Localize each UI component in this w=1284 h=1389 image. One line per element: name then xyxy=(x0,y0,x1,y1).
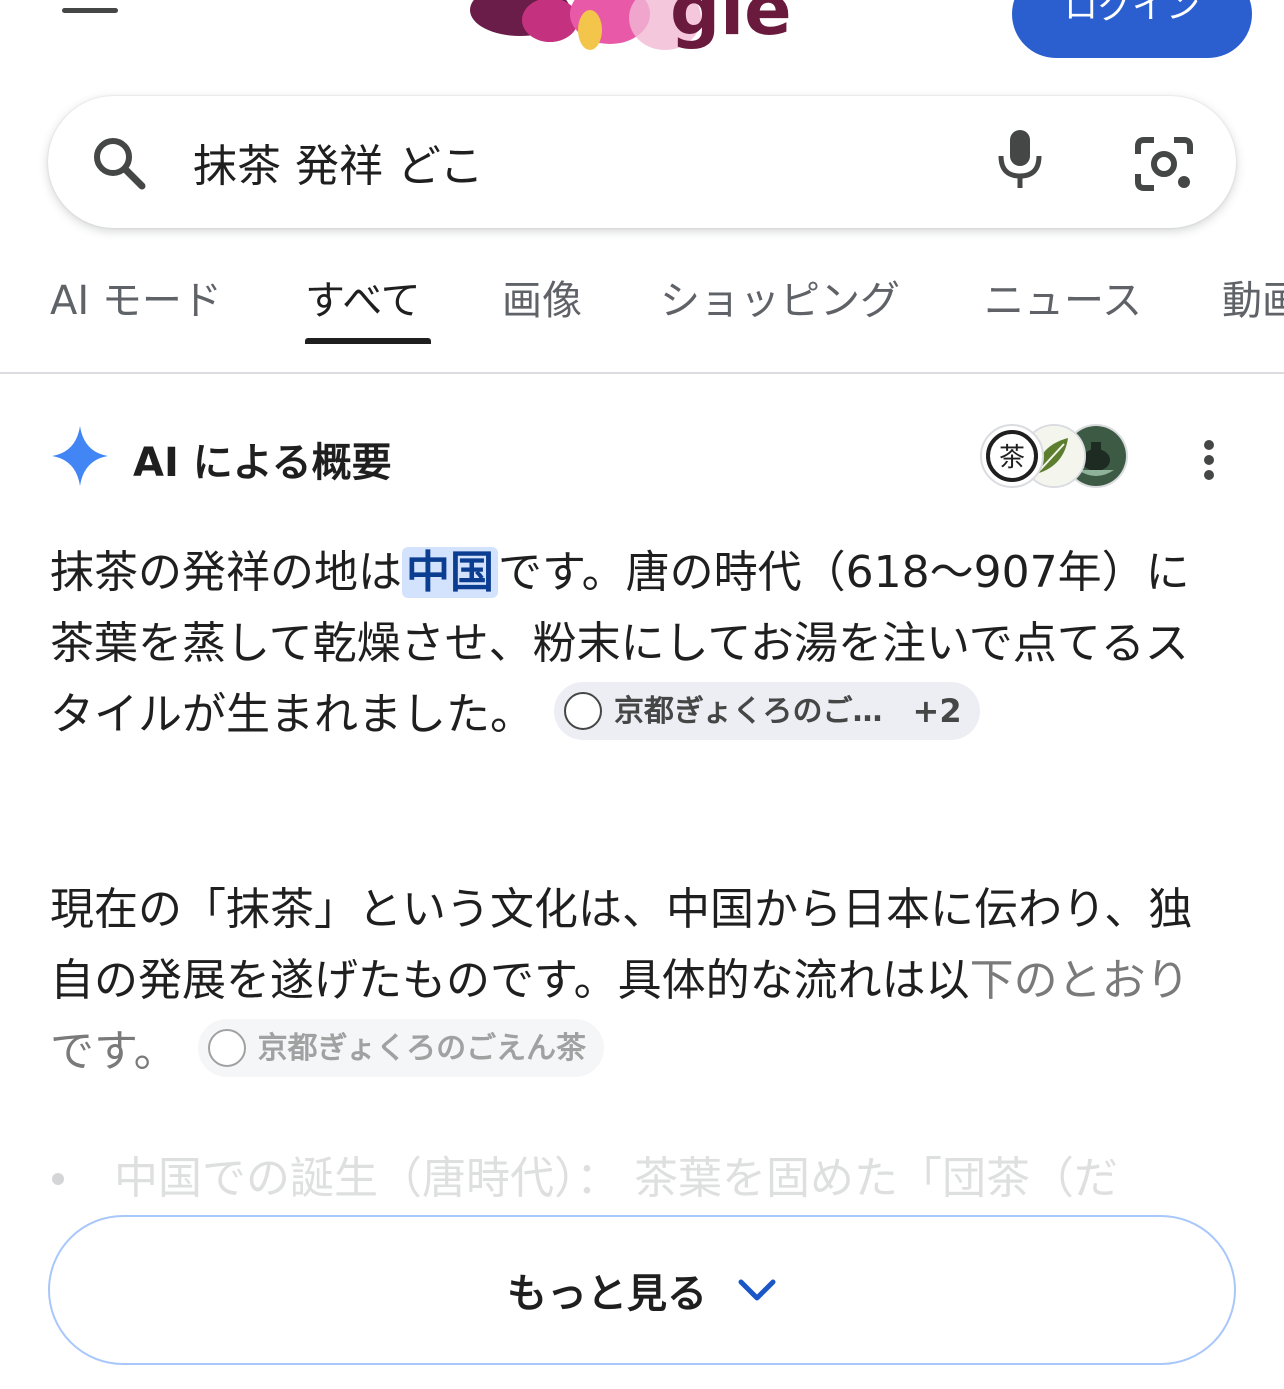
bullet-preview-text: 中国での誕生（唐時代）： 茶葉を固めた「団茶（だ xyxy=(114,1153,1118,1204)
source-chip-label: 京都ぎょくろのごえん茶 xyxy=(257,1030,587,1066)
menu-icon[interactable] xyxy=(62,0,118,14)
google-lens-icon[interactable] xyxy=(1134,134,1194,194)
tab-news[interactable]: ニュース xyxy=(984,268,1142,344)
source-chip[interactable]: 京都ぎょくろのご… +2 xyxy=(554,682,980,740)
paragraph-text: 抹茶の発祥の地は xyxy=(50,547,402,598)
search-tabs: AI モード すべて 画像 ショッピング ニュース 動画 xyxy=(0,268,1284,348)
ai-overview-title: AI による概要 xyxy=(133,440,392,486)
login-button[interactable]: ログイン xyxy=(1012,0,1252,58)
google-doodle-logo[interactable]: gle xyxy=(460,0,830,64)
tea-favicon-icon xyxy=(207,1029,246,1067)
active-tab-indicator xyxy=(305,338,431,344)
bullet-preview: 中国での誕生（唐時代）： 茶葉を固めた「団茶（だ xyxy=(50,1142,1284,1206)
svg-text:茶: 茶 xyxy=(999,443,1025,473)
source-favicon-tea: 茶 xyxy=(980,424,1044,488)
show-more-button[interactable]: もっと見る xyxy=(48,1215,1236,1365)
tabs-divider xyxy=(0,372,1284,374)
highlighted-answer: 中国 xyxy=(402,547,498,598)
source-chip-label: 京都ぎょくろのご… xyxy=(614,693,883,729)
svg-text:gle: gle xyxy=(670,0,792,51)
more-options-icon[interactable] xyxy=(1200,440,1218,480)
search-icon[interactable] xyxy=(90,134,148,192)
show-more-label: もっと見る xyxy=(507,1271,707,1317)
tea-favicon-icon xyxy=(564,692,602,730)
source-chip-count: +2 xyxy=(912,691,962,730)
source-chip[interactable]: 京都ぎょくろのごえん茶 xyxy=(197,1019,605,1077)
tab-all[interactable]: すべて xyxy=(305,268,421,344)
microphone-icon[interactable] xyxy=(995,128,1045,192)
bullet-dot xyxy=(52,1173,64,1185)
ai-overview-paragraph-1: 抹茶の発祥の地は中国です。唐の時代（618〜907年）に茶葉を蒸して乾燥させ、粉… xyxy=(50,537,1230,750)
source-favicons[interactable]: 茶 xyxy=(978,424,1130,490)
search-input[interactable] xyxy=(193,132,953,192)
tab-ai-mode[interactable]: AI モード xyxy=(50,268,222,344)
tab-shopping[interactable]: ショッピング xyxy=(660,268,900,344)
gemini-spark-icon xyxy=(50,424,110,488)
tab-videos[interactable]: 動画 xyxy=(1222,268,1284,344)
ai-overview-paragraph-2: 現在の「抹茶」という文化は、中国から日本に伝わり、独自の発展を遂げたものです。具… xyxy=(50,874,1230,1087)
tab-images[interactable]: 画像 xyxy=(502,268,582,344)
chevron-down-icon xyxy=(738,1279,776,1301)
